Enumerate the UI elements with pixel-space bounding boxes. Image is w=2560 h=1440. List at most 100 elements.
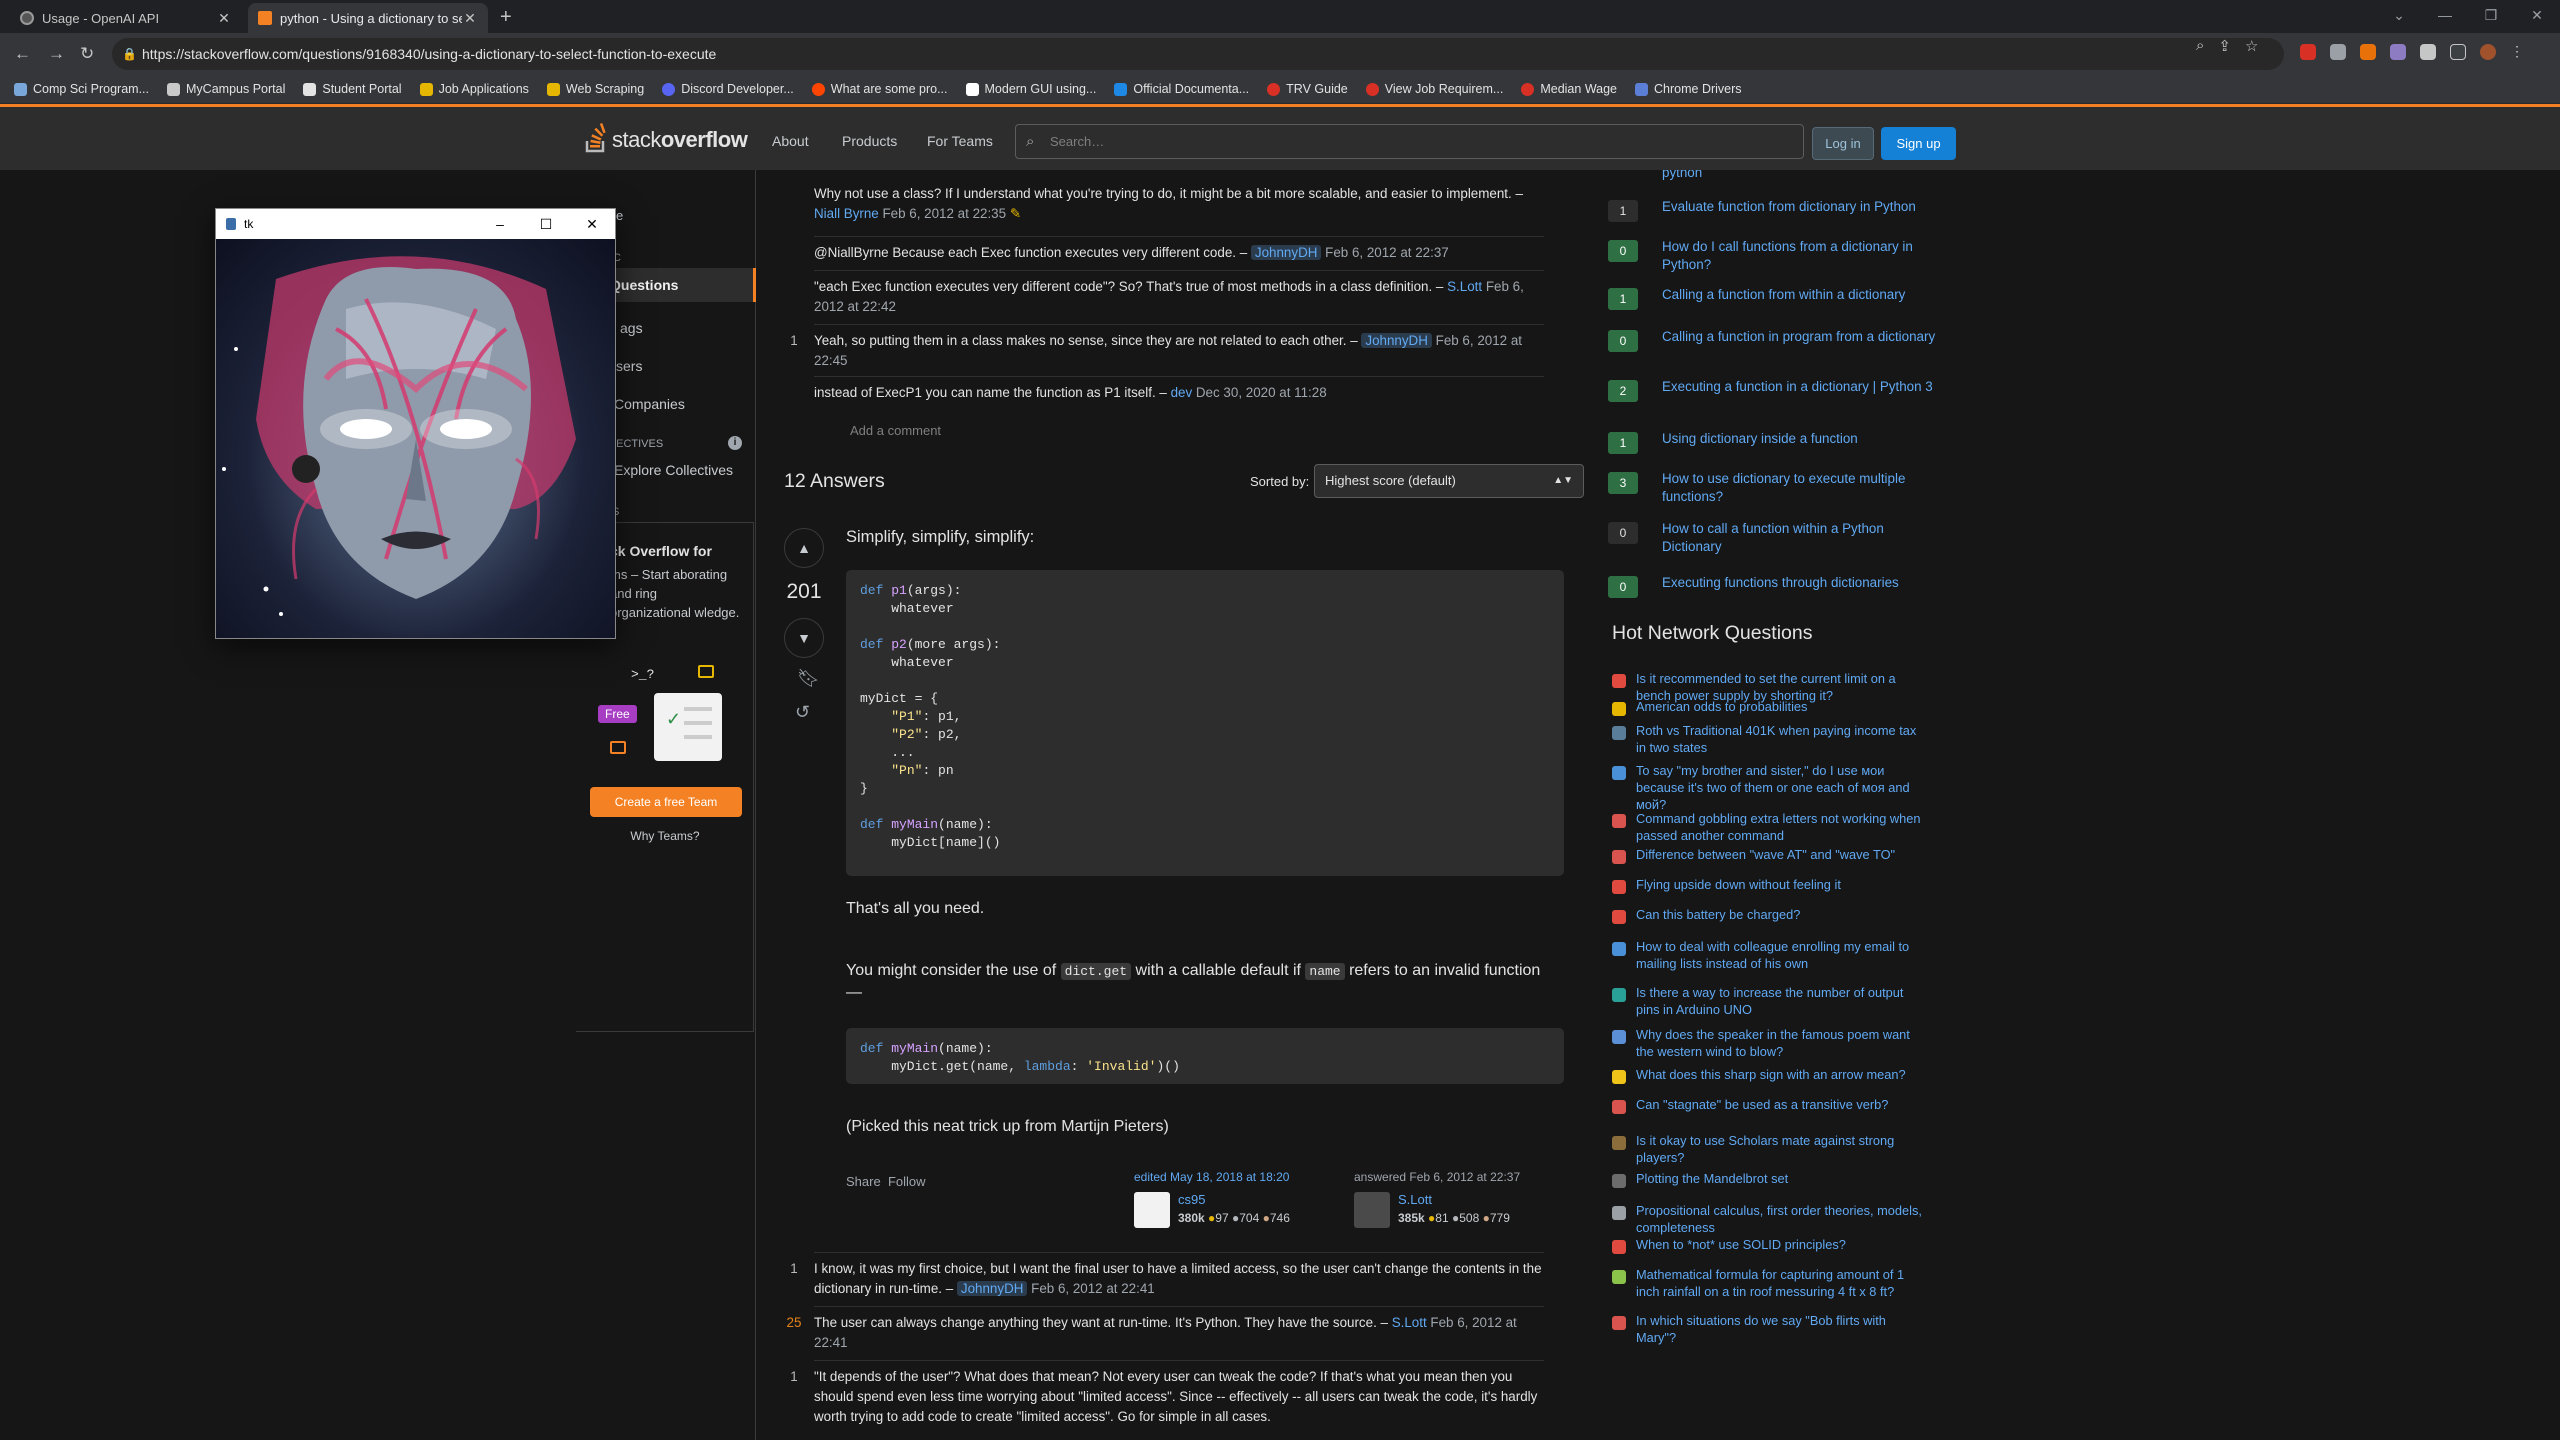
comment-user[interactable]: Niall Byrne	[814, 206, 879, 221]
extension-icon[interactable]	[2390, 44, 2406, 60]
bookmark-item[interactable]: What are some pro...	[811, 82, 948, 96]
bookmark-item[interactable]: Discord Developer...	[662, 82, 794, 96]
bookmark-folder[interactable]: Job Applications	[419, 82, 529, 96]
edited-link[interactable]: edited May 18, 2018 at 18:20	[1134, 1170, 1289, 1184]
hot-network-question-title[interactable]: Command gobbling extra letters not worki…	[1636, 810, 1926, 844]
restore-button[interactable]: ❐	[2468, 0, 2514, 33]
history-icon[interactable]: ↺	[795, 702, 810, 723]
author-name[interactable]: S.Lott	[1398, 1192, 1432, 1207]
nav-home[interactable]: e	[616, 208, 623, 223]
bookmark-item[interactable]: TRV Guide	[1267, 82, 1348, 96]
extension-icon[interactable]	[2330, 44, 2346, 60]
lock-icon[interactable]: 🔒	[122, 38, 137, 70]
side-panel-icon[interactable]	[2450, 44, 2466, 60]
login-button[interactable]: Log in	[1812, 127, 1874, 160]
extensions-puzzle-icon[interactable]	[2420, 44, 2436, 60]
bookmark-folder[interactable]: Web Scraping	[546, 82, 644, 96]
browser-tab-active[interactable]: python - Using a dictionary to se ✕	[248, 3, 488, 33]
follow-link[interactable]: Follow	[888, 1174, 926, 1189]
related-question-title[interactable]: Calling a function in program from a dic…	[1662, 328, 1942, 346]
hot-network-question-title[interactable]: Plotting the Mandelbrot set	[1636, 1170, 1926, 1187]
hot-network-question-title[interactable]: To say "my brother and sister," do I use…	[1636, 762, 1926, 813]
hot-network-question-title[interactable]: Difference between "wave AT" and "wave T…	[1636, 846, 1926, 863]
tab-search-icon[interactable]: ⌄	[2376, 0, 2422, 33]
maximize-button[interactable]: ☐	[523, 209, 569, 239]
bookmark-item[interactable]: MyCampus Portal	[167, 82, 285, 96]
minimize-button[interactable]: –	[477, 209, 523, 239]
profile-avatar[interactable]	[2480, 44, 2496, 60]
hot-network-question-title[interactable]: Is there a way to increase the number of…	[1636, 984, 1926, 1018]
related-question-title[interactable]: Evaluate function from dictionary in Pyt…	[1662, 198, 1942, 216]
related-question-title[interactable]: python	[1662, 170, 1942, 182]
hot-network-question-title[interactable]: American odds to probabilities	[1636, 698, 1926, 715]
add-comment-link[interactable]: Add a comment	[850, 423, 941, 438]
hot-network-question-title[interactable]: Can this battery be charged?	[1636, 906, 1926, 923]
share-link[interactable]: Share	[846, 1174, 881, 1189]
back-icon[interactable]: ←	[14, 44, 31, 64]
browser-tab[interactable]: Usage - OpenAI API ✕	[10, 3, 242, 33]
menu-icon[interactable]: ⋮	[2510, 44, 2526, 60]
comment-user[interactable]: dev	[1171, 385, 1193, 400]
create-team-button[interactable]: Create a free Team	[590, 787, 742, 817]
extension-icon[interactable]	[2300, 44, 2316, 60]
hot-network-question-title[interactable]: When to *not* use SOLID principles?	[1636, 1236, 1926, 1253]
hot-network-question-title[interactable]: In which situations do we say "Bob flirt…	[1636, 1312, 1926, 1346]
comment-user[interactable]: JohnnyDH	[1361, 333, 1432, 348]
upvote-button[interactable]: ▲	[784, 528, 824, 568]
sort-select[interactable]: Highest score (default) ▲▼	[1314, 464, 1584, 498]
comment-user[interactable]: JohnnyDH	[956, 1281, 1028, 1296]
hot-network-question-title[interactable]: What does this sharp sign with an arrow …	[1636, 1066, 1926, 1083]
info-icon[interactable]: i	[728, 436, 742, 450]
comment-user[interactable]: S.Lott	[1392, 1315, 1427, 1330]
minimize-button[interactable]: —	[2422, 0, 2468, 33]
comment-date[interactable]: Dec 30, 2020 at 11:28	[1196, 385, 1327, 400]
avatar[interactable]	[1134, 1192, 1170, 1228]
signup-button[interactable]: Sign up	[1881, 127, 1956, 160]
tk-window[interactable]: tk – ☐ ✕	[215, 208, 616, 639]
reload-icon[interactable]: ↻	[80, 44, 94, 64]
hot-network-question-title[interactable]: Flying upside down without feeling it	[1636, 876, 1926, 893]
avatar[interactable]	[1354, 1192, 1390, 1228]
close-button[interactable]: ✕	[569, 209, 615, 239]
related-question-title[interactable]: Executing a function in a dictionary | P…	[1662, 378, 1942, 396]
related-question-title[interactable]: How to use dictionary to execute multipl…	[1662, 470, 1942, 506]
why-teams-link[interactable]: Why Teams?	[576, 829, 754, 843]
hot-network-question-title[interactable]: Why does the speaker in the famous poem …	[1636, 1026, 1926, 1060]
bookmark-item[interactable]: Modern GUI using...	[965, 82, 1096, 96]
hot-network-question-title[interactable]: Is it okay to use Scholars mate against …	[1636, 1132, 1926, 1166]
nav-about[interactable]: About	[772, 133, 809, 149]
bookmark-star-icon[interactable]: ☆	[2245, 37, 2258, 55]
address-bar[interactable]: 🔒 https://stackoverflow.com/questions/91…	[112, 38, 2284, 70]
hot-network-question-title[interactable]: Can "stagnate" be used as a transitive v…	[1636, 1096, 1926, 1113]
nav-explore-collectives[interactable]: Explore Collectives	[614, 462, 733, 478]
bookmark-icon[interactable]: 🔖︎	[797, 668, 820, 689]
close-tab-icon[interactable]: ✕	[216, 10, 232, 27]
zoom-icon[interactable]: ⌕	[2196, 37, 2204, 55]
bookmark-item[interactable]: Comp Sci Program...	[14, 82, 149, 96]
hot-network-question-title[interactable]: How to deal with colleague enrolling my …	[1636, 938, 1926, 972]
related-question-title[interactable]: Calling a function from within a diction…	[1662, 286, 1942, 304]
bookmark-item[interactable]: Student Portal	[303, 82, 402, 96]
related-question-title[interactable]: Using dictionary inside a function	[1662, 430, 1942, 448]
comment-user[interactable]: S.Lott	[1447, 279, 1482, 294]
related-question-title[interactable]: How to call a function within a Python D…	[1662, 520, 1942, 556]
hot-network-question-title[interactable]: Roth vs Traditional 401K when paying inc…	[1636, 722, 1926, 756]
tk-titlebar[interactable]: tk – ☐ ✕	[216, 209, 615, 239]
search-input[interactable]: ⌕ Search…	[1015, 124, 1804, 159]
share-icon[interactable]: ⇪	[2218, 37, 2231, 55]
bookmark-item[interactable]: Median Wage	[1521, 82, 1617, 96]
new-tab-button[interactable]: +	[500, 6, 512, 29]
answered-date[interactable]: answered Feb 6, 2012 at 22:37	[1354, 1170, 1520, 1184]
downvote-button[interactable]: ▼	[784, 618, 824, 658]
comment-date[interactable]: Feb 6, 2012 at 22:37	[1325, 245, 1449, 260]
stackoverflow-logo[interactable]: stackoverflow	[584, 121, 748, 153]
nav-companies[interactable]: Companies	[614, 396, 685, 412]
nav-products[interactable]: Products	[842, 133, 897, 149]
close-window-button[interactable]: ✕	[2514, 0, 2560, 33]
bookmark-item[interactable]: View Job Requirem...	[1365, 82, 1503, 96]
hot-network-question-title[interactable]: Mathematical formula for capturing amoun…	[1636, 1266, 1926, 1300]
close-tab-icon[interactable]: ✕	[462, 10, 478, 27]
nav-users[interactable]: sers	[616, 358, 642, 374]
comment-date[interactable]: Feb 6, 2012 at 22:41	[1031, 1281, 1155, 1296]
related-question-title[interactable]: Executing functions through dictionaries	[1662, 574, 1942, 592]
